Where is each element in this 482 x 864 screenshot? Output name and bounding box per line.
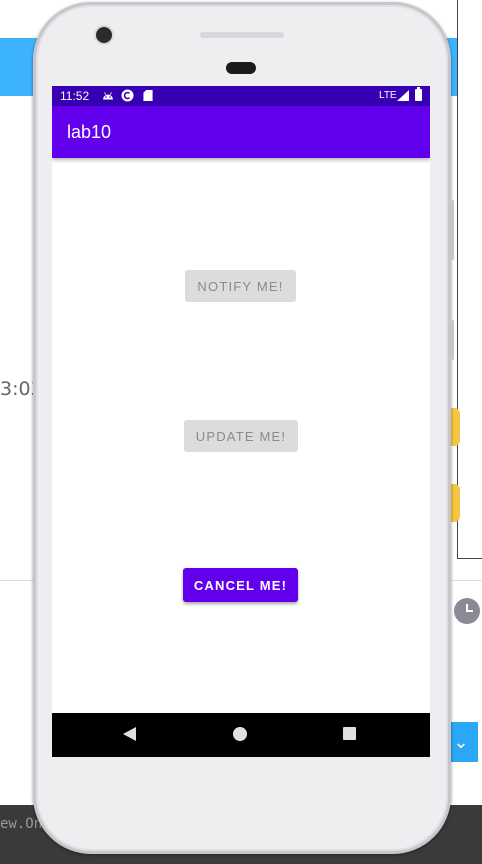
power-button[interactable] [449, 320, 454, 360]
sd-card-icon [143, 90, 153, 101]
battery-icon [415, 87, 422, 101]
chevron-down-icon: ⌄ [453, 731, 469, 752]
background-console-text: ew.On [0, 816, 43, 832]
volume-button[interactable] [449, 200, 454, 260]
app-bar: lab10 [52, 106, 430, 158]
signal-icon [397, 90, 409, 101]
cancel-me-button[interactable]: CANCEL ME! [183, 568, 298, 602]
device-screen: 11:52 LTE lab10 NOTIFY ME! UPDATE ME! CA… [52, 86, 430, 757]
network-type: LTE [379, 90, 397, 101]
android-icon [103, 92, 113, 100]
earpiece [226, 62, 256, 74]
background-side-panel [457, 0, 482, 559]
status-time: 11:52 [60, 89, 90, 103]
notify-me-button[interactable]: NOTIFY ME! [185, 270, 296, 302]
app-title: lab10 [67, 122, 112, 142]
update-me-button[interactable]: UPDATE ME! [184, 420, 298, 452]
navigation-bar [52, 713, 430, 757]
status-bar: 11:52 LTE [52, 86, 430, 106]
back-icon[interactable] [123, 727, 136, 741]
c-circle-icon [121, 89, 134, 102]
recents-icon[interactable] [343, 727, 356, 740]
home-icon[interactable] [233, 727, 247, 741]
speaker-grille [200, 32, 284, 38]
clock-icon[interactable] [454, 598, 480, 624]
front-camera-icon [96, 27, 112, 43]
